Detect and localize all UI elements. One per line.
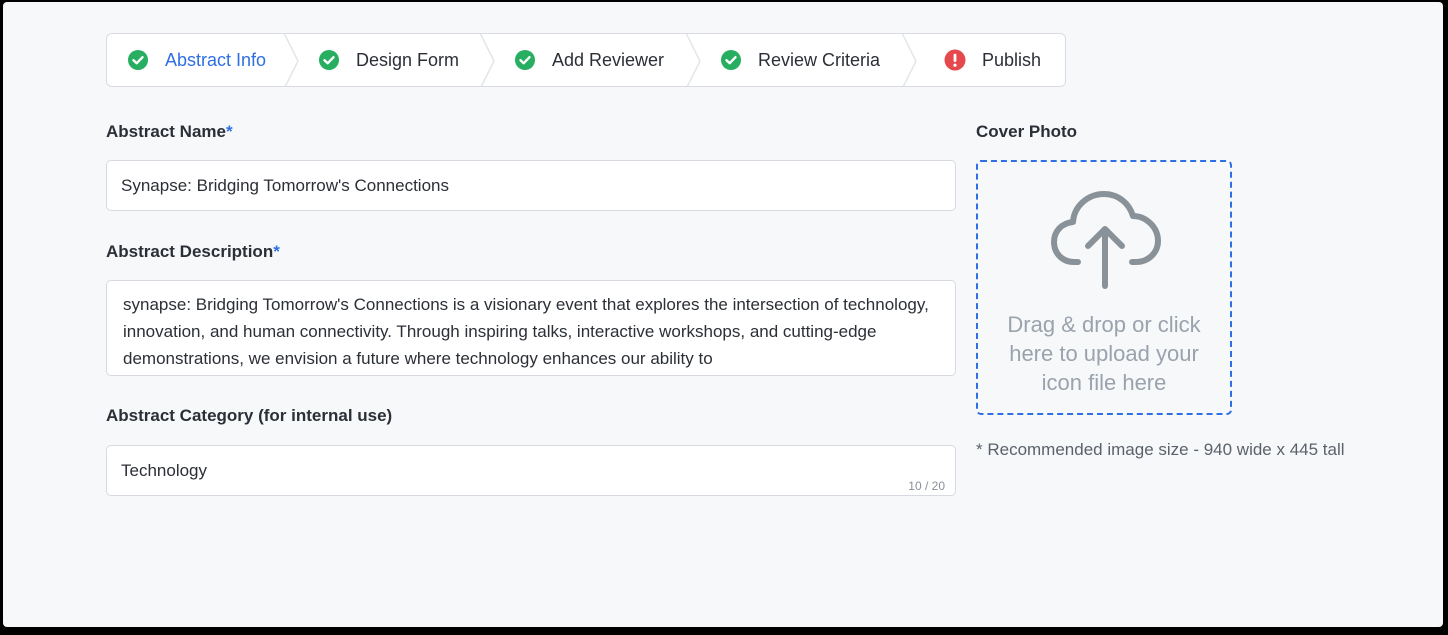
cover-photo-label: Cover Photo [976, 122, 1078, 141]
stepper: Abstract Info Design Form Add Reviewer R… [106, 33, 1066, 87]
character-counter: 10 / 20 [908, 479, 945, 493]
abstract-name-label-text: Abstract Name [106, 122, 226, 141]
step-review-criteria[interactable]: Review Criteria [700, 34, 917, 86]
abstract-name-value: Synapse: Bridging Tomorrow's Connections [121, 176, 449, 195]
step-label: Review Criteria [758, 49, 881, 70]
step-publish[interactable]: Publish [916, 34, 1065, 86]
abstract-description-textarea[interactable]: synapse: Bridging Tomorrow's Connections… [106, 280, 956, 376]
dropzone-instructions: Drag & drop or click here to upload your… [1007, 312, 1201, 395]
step-label: Publish [982, 49, 1042, 70]
step-abstract-info[interactable]: Abstract Info [107, 34, 299, 86]
app-frame: Abstract Info Design Form Add Reviewer R… [3, 2, 1443, 627]
required-mark: * [226, 122, 233, 141]
image-size-hint: * Recommended image size - 940 wide x 44… [976, 440, 1345, 459]
step-add-reviewer[interactable]: Add Reviewer [494, 34, 701, 86]
step-label: Add Reviewer [552, 49, 665, 70]
cloud-upload-icon [1051, 191, 1161, 289]
step-label: Abstract Info [165, 49, 267, 70]
check-circle-icon [128, 50, 148, 70]
required-mark: * [273, 242, 280, 261]
check-circle-icon [515, 50, 535, 70]
check-circle-icon [319, 50, 339, 70]
abstract-category-label-text: Abstract Category (for internal use) [106, 406, 393, 425]
step-label: Design Form [356, 49, 460, 70]
abstract-category-input[interactable]: Technology 10 / 20 [106, 445, 956, 496]
alert-circle-icon [944, 49, 966, 71]
step-design-form[interactable]: Design Form [298, 34, 495, 86]
abstract-category-value: Technology [121, 461, 208, 480]
cover-photo-dropzone[interactable]: Drag & drop or click here to upload your… [976, 160, 1232, 415]
check-circle-icon [721, 50, 741, 70]
abstract-description-value: synapse: Bridging Tomorrow's Connections… [123, 295, 929, 368]
abstract-name-input[interactable]: Synapse: Bridging Tomorrow's Connections [106, 160, 956, 211]
abstract-category-label: Abstract Category (for internal use) [106, 406, 392, 426]
abstract-name-label: Abstract Name* [106, 122, 233, 142]
abstract-description-label-text: Abstract Description [106, 242, 274, 261]
abstract-description-label: Abstract Description* [106, 242, 280, 262]
